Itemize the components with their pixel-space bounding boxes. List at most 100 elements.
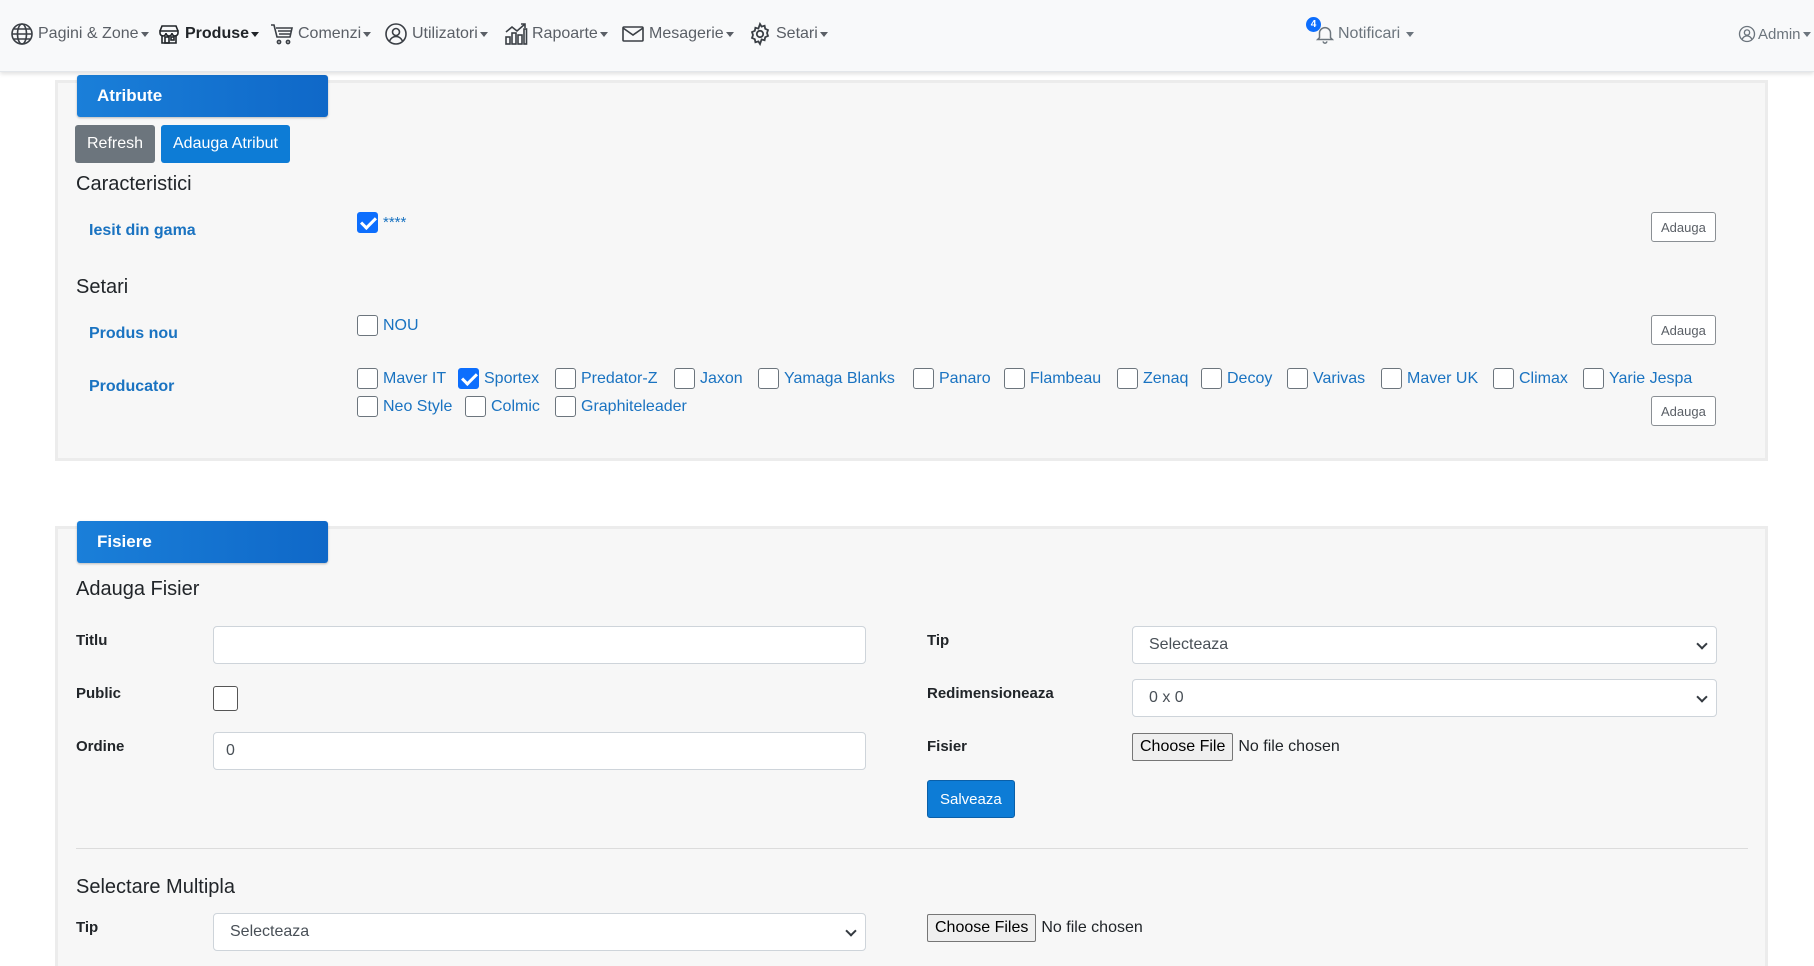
checkbox-label: Graphiteleader: [581, 397, 687, 415]
multi-file-input[interactable]: Choose Files No file chosen: [927, 914, 1143, 942]
save-button[interactable]: Salveaza: [927, 780, 1015, 818]
producator-option[interactable]: Colmic: [465, 396, 540, 417]
checkbox-label: Yamaga Blanks: [784, 369, 895, 387]
produs-nou-add-button[interactable]: Adauga: [1651, 315, 1716, 345]
titlu-input[interactable]: [213, 626, 866, 664]
producator-option[interactable]: Jaxon: [674, 368, 743, 389]
checkbox[interactable]: [1287, 368, 1308, 389]
produs-nou-label: Produs nou: [89, 325, 178, 342]
refresh-button[interactable]: Refresh: [75, 125, 156, 163]
chart-icon: [505, 23, 528, 45]
multi-tip-label: Tip: [76, 919, 99, 936]
tip-label: Tip: [927, 632, 950, 649]
select-value: 0 x 0: [1149, 689, 1184, 706]
checkbox[interactable]: [1583, 368, 1604, 389]
chevron-down-icon: [1696, 638, 1708, 650]
caret-down-icon: [140, 31, 149, 37]
checkbox[interactable]: [913, 368, 934, 389]
add-attribute-button[interactable]: Adauga Atribut: [161, 125, 290, 163]
checkbox[interactable]: [357, 368, 378, 389]
nou-checkbox[interactable]: NOU: [357, 315, 419, 336]
producator-option[interactable]: Graphiteleader: [555, 396, 687, 417]
checkbox[interactable]: [357, 212, 378, 233]
nav-label: Mesagerie: [649, 25, 724, 42]
producator-option[interactable]: Neo Style: [357, 396, 452, 417]
ordine-input[interactable]: 0: [213, 732, 866, 770]
top-navbar: Pagini & Zone Produse Comenzi Utilizator…: [0, 0, 1814, 72]
producator-option[interactable]: Panaro: [913, 368, 991, 389]
gear-icon: [750, 22, 770, 46]
nav-mesagerie[interactable]: Mesagerie: [621, 20, 734, 48]
multi-tip-select[interactable]: Selecteaza: [213, 913, 866, 951]
setari-title: Setari: [76, 276, 129, 298]
producator-option[interactable]: Yamaga Blanks: [758, 368, 895, 389]
nav-rapoarte[interactable]: Rapoarte: [504, 20, 608, 48]
checkbox[interactable]: [357, 396, 378, 417]
checkbox[interactable]: [1004, 368, 1025, 389]
caret-down-icon: [1802, 31, 1811, 37]
nav-label: Utilizatori: [412, 25, 478, 42]
producator-option[interactable]: Sportex: [458, 368, 539, 389]
producator-option[interactable]: Maver UK: [1381, 368, 1478, 389]
nav-label: Comenzi: [298, 25, 362, 42]
notification-badge: 4: [1306, 17, 1321, 32]
checkbox[interactable]: [357, 315, 378, 336]
public-checkbox[interactable]: [213, 686, 238, 711]
redimensioneaza-select[interactable]: 0 x 0: [1132, 679, 1717, 717]
producator-add-button[interactable]: Adauga: [1651, 396, 1716, 426]
nav-admin[interactable]: Admin: [1738, 20, 1811, 48]
caracteristici-title: Caracteristici: [76, 173, 192, 195]
checkbox[interactable]: [1201, 368, 1222, 389]
caret-down-icon: [479, 31, 488, 37]
fisier-file-input[interactable]: Choose File No file chosen: [1132, 733, 1340, 761]
producator-option[interactable]: Zenaq: [1117, 368, 1188, 389]
producator-option[interactable]: Decoy: [1201, 368, 1272, 389]
checkbox-label: Varivas: [1313, 369, 1366, 387]
caret-down-icon: [363, 31, 372, 37]
producator-option[interactable]: Flambeau: [1004, 368, 1101, 389]
checkbox-label: Climax: [1519, 369, 1568, 387]
checkbox-label: Jaxon: [700, 369, 743, 387]
choose-file-button[interactable]: Choose File: [1132, 733, 1234, 761]
nav-label: Pagini & Zone: [38, 25, 139, 42]
checkbox-label: Maver UK: [1407, 369, 1479, 387]
checkbox[interactable]: [758, 368, 779, 389]
nav-utilizatori[interactable]: Utilizatori: [384, 20, 488, 48]
producator-option[interactable]: Varivas: [1287, 368, 1365, 389]
producator-option[interactable]: Yarie Jespa: [1583, 368, 1692, 389]
producator-option[interactable]: Maver IT: [357, 368, 446, 389]
nav-notificari[interactable]: 4 Notificari: [1306, 17, 1415, 48]
checkbox[interactable]: [1381, 368, 1402, 389]
globe-icon: [11, 23, 33, 45]
atribute-panel: Atribute Refresh Adauga Atribut Caracter…: [55, 75, 1768, 461]
nav-setari[interactable]: Setari: [748, 20, 828, 48]
checkbox-label: Sportex: [484, 369, 540, 387]
iesit-checkbox[interactable]: ****: [357, 212, 406, 233]
fisiere-panel: Fisiere Adauga Fisier Titlu Public Ordin…: [55, 521, 1768, 966]
checkbox[interactable]: [458, 368, 479, 389]
public-label: Public: [76, 685, 122, 702]
no-file-text: No file chosen: [1041, 919, 1143, 936]
caret-down-icon: [251, 31, 260, 37]
checkbox[interactable]: [555, 368, 576, 389]
envelope-icon: [622, 26, 644, 42]
chevron-down-icon: [845, 925, 857, 937]
fisier-label: Fisier: [927, 738, 968, 755]
checkbox[interactable]: [1493, 368, 1514, 389]
nav-label: Rapoarte: [532, 25, 598, 42]
checkbox[interactable]: [465, 396, 486, 417]
iesit-add-button[interactable]: Adauga: [1651, 212, 1716, 242]
choose-files-button[interactable]: Choose Files: [927, 914, 1037, 942]
checkbox[interactable]: [674, 368, 695, 389]
nav-pagini-zone[interactable]: Pagini & Zone: [10, 20, 149, 48]
checkbox[interactable]: [1117, 368, 1138, 389]
nav-comenzi[interactable]: Comenzi: [270, 20, 372, 48]
tip-select[interactable]: Selecteaza: [1132, 626, 1717, 664]
checkbox[interactable]: [555, 396, 576, 417]
select-value: Selecteaza: [1149, 636, 1229, 653]
caret-down-icon: [599, 31, 608, 37]
nav-label: Notificari: [1338, 25, 1401, 42]
producator-option[interactable]: Predator-Z: [555, 368, 657, 389]
nav-produse[interactable]: Produse: [157, 20, 260, 48]
producator-option[interactable]: Climax: [1493, 368, 1568, 389]
